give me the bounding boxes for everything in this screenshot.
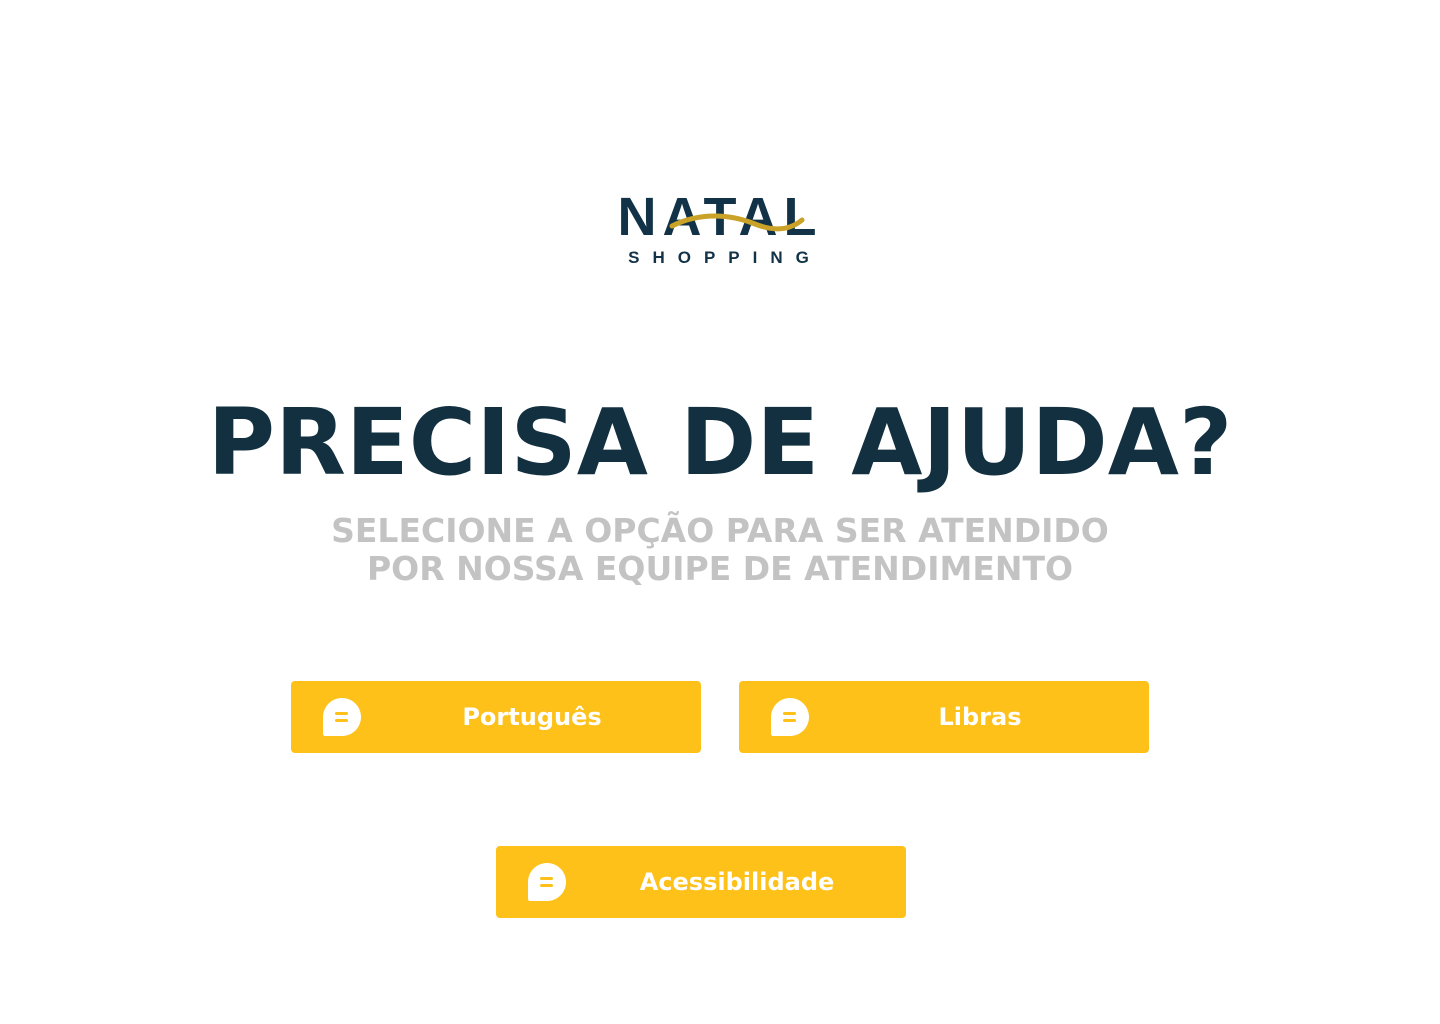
- chat-bubble-icon: [528, 863, 566, 901]
- chat-bubble-icon: [771, 698, 809, 736]
- natal-shopping-logo: NATAL SHOPPING: [580, 190, 860, 280]
- libras-button[interactable]: Libras: [739, 681, 1149, 753]
- logo-tagline: SHOPPING: [628, 248, 822, 267]
- logo-swoosh-icon: [669, 213, 805, 232]
- acessibilidade-button-label: Acessibilidade: [639, 868, 835, 896]
- page-subtitle: SELECIONE A OPÇÃO PARA SER ATENDIDO POR …: [0, 512, 1440, 588]
- libras-button-label: Libras: [938, 703, 1022, 731]
- portugues-button-label: Português: [462, 703, 602, 731]
- portugues-button[interactable]: Português: [291, 681, 701, 753]
- chat-bubble-icon: [323, 698, 361, 736]
- acessibilidade-button[interactable]: Acessibilidade: [496, 846, 906, 918]
- subtitle-line-2: POR NOSSA EQUIPE DE ATENDIMENTO: [366, 549, 1074, 588]
- page-title: PRECISA DE AJUDA?: [207, 389, 1233, 496]
- subtitle-line-1: SELECIONE A OPÇÃO PARA SER ATENDIDO: [331, 511, 1109, 550]
